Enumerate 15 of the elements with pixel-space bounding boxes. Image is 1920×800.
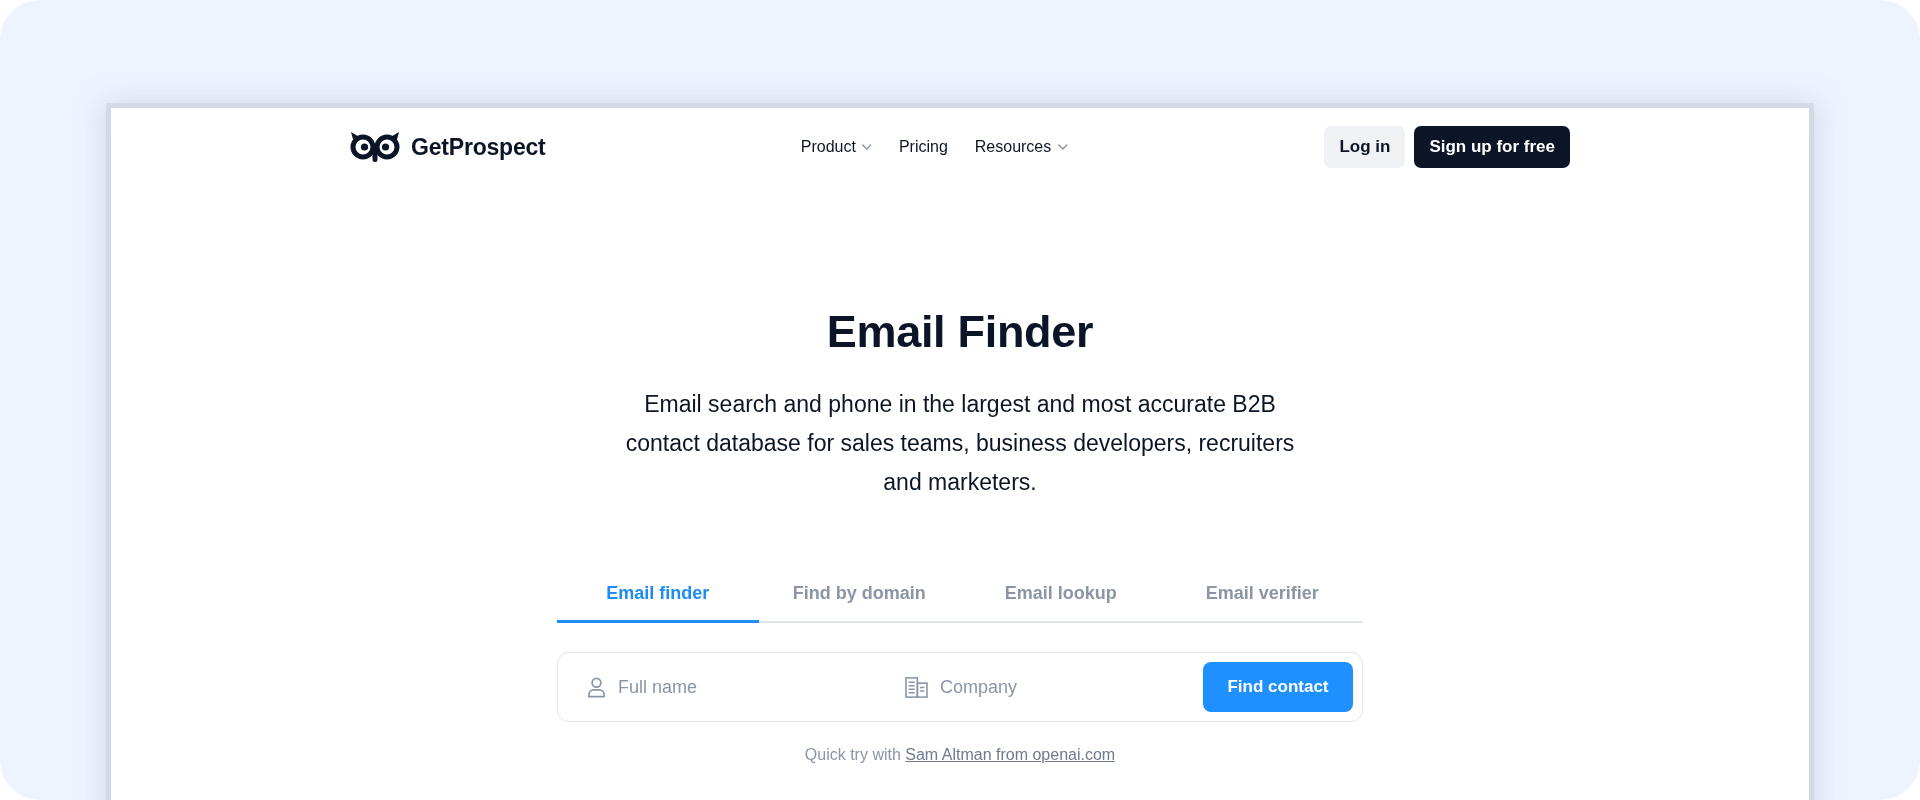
login-button[interactable]: Log in bbox=[1324, 126, 1406, 168]
sample-contact-link[interactable]: Sam Altman from openai.com bbox=[905, 746, 1116, 763]
page-subtitle: Email search and phone in the largest and most accurate B2B contact database for sales teams, business developers, recruiters and marketers. bbox=[624, 390, 1296, 497]
nav-link[interactable]: Pricing bbox=[898, 138, 948, 156]
nav-link[interactable]: Resources bbox=[974, 138, 1068, 156]
quick-try-text: Quick try with Sam Altman from openai.com bbox=[804, 745, 1116, 765]
logo-link[interactable]: GetProspect bbox=[350, 131, 546, 163]
search-input[interactable]: Company bbox=[940, 672, 1203, 702]
search-input[interactable]: Full name bbox=[618, 672, 885, 702]
page-title: Email Finder bbox=[826, 305, 1094, 359]
signup-button[interactable]: Sign up for free bbox=[1414, 126, 1570, 168]
nav-link[interactable]: Product bbox=[800, 138, 872, 156]
person-icon bbox=[587, 676, 606, 698]
building-icon bbox=[905, 676, 928, 698]
owl-eyes-logo-icon bbox=[350, 131, 400, 163]
